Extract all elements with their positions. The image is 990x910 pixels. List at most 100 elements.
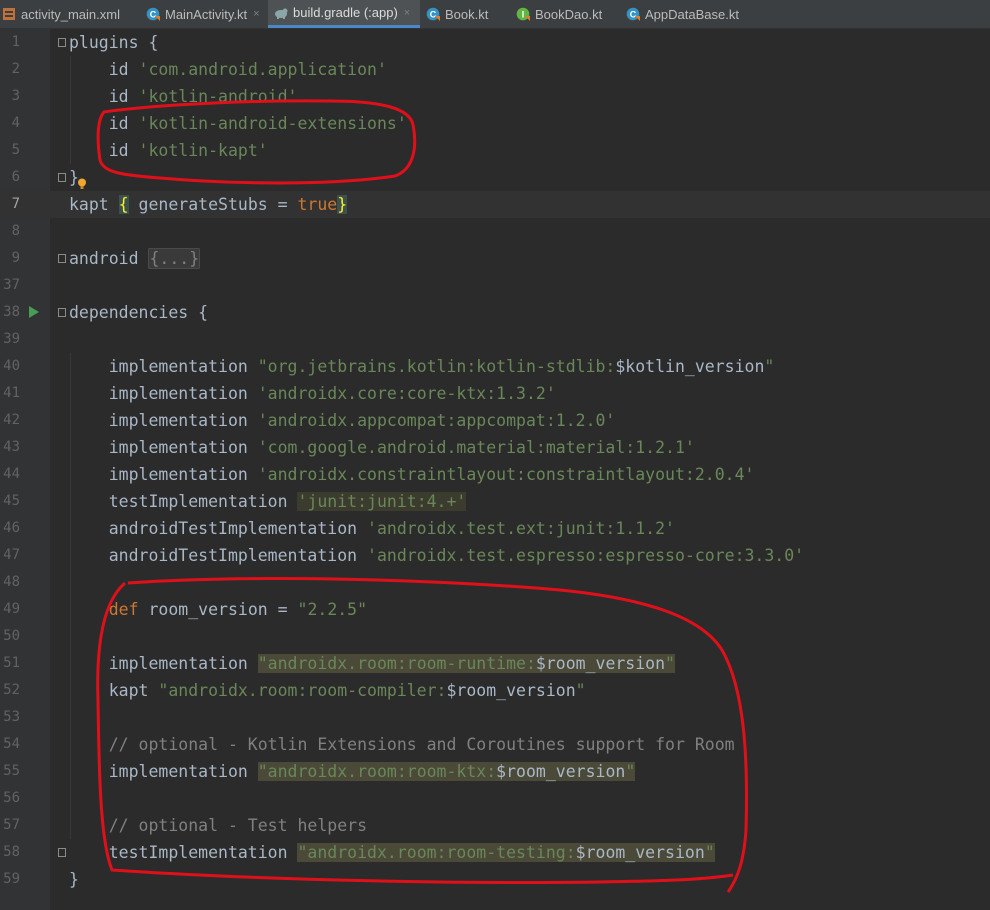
code-line[interactable]: 51 implementation "androidx.room:room-ru… — [0, 650, 990, 677]
tab-1[interactable]: activity_main.xml — [0, 0, 140, 28]
code-line[interactable]: 39 — [0, 326, 990, 353]
code-token: room_version = — [138, 600, 298, 619]
code-line[interactable]: 59} — [0, 866, 990, 893]
editor-tab-bar: activity_main.xml C MainActivity.kt × build.… — [0, 0, 990, 29]
code-line[interactable]: 53 — [0, 704, 990, 731]
code-token: testImplementation — [69, 843, 298, 862]
fold-toggle-icon[interactable] — [58, 38, 66, 47]
line-number: 4 — [11, 115, 20, 131]
code-token: implementation — [69, 654, 258, 673]
code-text: implementation 'androidx.core:core-ktx:1… — [69, 380, 556, 407]
indent-guide — [70, 353, 71, 839]
code-token: "androidx.room:room-ktx: — [257, 762, 497, 781]
code-line[interactable]: 40 implementation "org.jetbrains.kotlin:… — [0, 353, 990, 380]
code-line[interactable]: 38 dependencies { — [0, 299, 990, 326]
tab-3[interactable]: build.gradle (:app) × — [268, 0, 420, 28]
code-token: $room_version — [575, 843, 705, 862]
code-line[interactable]: 54 // optional - Kotlin Extensions and C… — [0, 731, 990, 758]
code-text: def room_version = "2.2.5" — [69, 596, 367, 623]
code-line[interactable]: 37 — [0, 272, 990, 299]
code-line[interactable]: 44 implementation 'androidx.constraintla… — [0, 461, 990, 488]
code-line[interactable]: 8 — [0, 218, 990, 245]
code-text: id 'kotlin-kapt' — [69, 137, 268, 164]
code-token: "org.jetbrains.kotlin:kotlin-stdlib: — [257, 357, 616, 376]
line-number: 8 — [11, 223, 20, 239]
code-token: id — [69, 87, 139, 106]
fold-toggle-icon[interactable] — [58, 173, 66, 182]
code-line[interactable]: 50 — [0, 623, 990, 650]
run-gutter-icon[interactable] — [28, 305, 40, 319]
code-line[interactable]: 41 implementation 'androidx.core:core-kt… — [0, 380, 990, 407]
code-line[interactable]: 2 id 'com.android.application' — [0, 56, 990, 83]
line-number: 45 — [3, 493, 20, 509]
code-line[interactable]: 58 testImplementation "androidx.room:roo… — [0, 839, 990, 866]
code-text: plugins { — [69, 29, 158, 56]
close-tab-icon[interactable]: × — [404, 7, 410, 19]
tab-label: activity_main.xml — [21, 6, 120, 22]
svg-text:C: C — [150, 10, 157, 20]
code-line[interactable]: 46 androidTestImplementation 'androidx.t… — [0, 515, 990, 542]
line-number: 53 — [3, 709, 20, 725]
code-line[interactable]: 9 android {...} — [0, 245, 990, 272]
code-token: id — [69, 141, 139, 160]
code-line[interactable]: 42 implementation 'androidx.appcompat:ap… — [0, 407, 990, 434]
code-line[interactable]: 4 id 'kotlin-android-extensions' — [0, 110, 990, 137]
line-number: 54 — [3, 736, 20, 752]
code-token: $room_version — [446, 681, 576, 700]
line-number: 48 — [3, 574, 20, 590]
code-token: 'com.google.android.material:material:1.… — [257, 438, 695, 457]
code-text: id 'kotlin-android' — [69, 83, 298, 110]
code-line[interactable]: 45 testImplementation 'junit:junit:4.+' — [0, 488, 990, 515]
code-line[interactable]: 48 — [0, 569, 990, 596]
line-number: 2 — [11, 61, 20, 77]
line-number: 6 — [11, 169, 20, 185]
line-number: 5 — [11, 142, 20, 158]
code-line[interactable]: 6} — [0, 164, 990, 191]
code-line[interactable]: 47 androidTestImplementation 'androidx.t… — [0, 542, 990, 569]
code-text: dependencies { — [69, 299, 208, 326]
kotlin-class-icon: C — [626, 7, 645, 21]
code-line[interactable]: 43 implementation 'com.google.android.ma… — [0, 434, 990, 461]
code-text: androidTestImplementation 'androidx.test… — [69, 542, 804, 569]
code-editor[interactable]: 1 plugins {2 id 'com.android.application'… — [0, 28, 990, 910]
code-text: id 'com.android.application' — [69, 56, 387, 83]
tab-4[interactable]: C Book.kt — [420, 0, 510, 28]
code-line[interactable]: 52 kapt "androidx.room:room-compiler:$ro… — [0, 677, 990, 704]
tab-2[interactable]: C MainActivity.kt × — [140, 0, 268, 28]
line-number: 39 — [3, 331, 20, 347]
fold-toggle-icon[interactable] — [58, 308, 66, 317]
code-token: " — [704, 843, 715, 862]
code-line[interactable]: 1 plugins { — [0, 29, 990, 56]
fold-toggle-icon[interactable] — [58, 254, 66, 263]
code-token: "androidx.room:room-runtime: — [257, 654, 536, 673]
code-text: implementation "org.jetbrains.kotlin:kot… — [69, 353, 775, 380]
tab-5[interactable]: I BookDao.kt — [510, 0, 620, 28]
close-tab-icon[interactable]: × — [253, 8, 259, 20]
code-line[interactable]: 56 — [0, 785, 990, 812]
line-number: 55 — [3, 763, 20, 779]
code-token: kapt — [69, 681, 159, 700]
line-number: 44 — [3, 466, 20, 482]
code-line[interactable]: 55 implementation "androidx.room:room-kt… — [0, 758, 990, 785]
kotlin-class-icon: C — [146, 7, 165, 21]
code-line[interactable]: 3 id 'kotlin-android' — [0, 83, 990, 110]
code-token: "2.2.5" — [297, 600, 368, 619]
line-number: 49 — [3, 601, 20, 617]
lightbulb-intention-icon[interactable] — [77, 178, 87, 190]
code-text: } — [69, 866, 79, 893]
code-token: " — [625, 762, 636, 781]
line-number: 51 — [3, 655, 20, 671]
line-number: 38 — [3, 304, 20, 320]
code-token: android — [69, 249, 149, 268]
code-token: androidTestImplementation — [69, 546, 368, 565]
code-line[interactable]: 57 // optional - Test helpers — [0, 812, 990, 839]
code-line[interactable]: 49 def room_version = "2.2.5" — [0, 596, 990, 623]
code-token: " — [764, 357, 775, 376]
svg-text:C: C — [630, 10, 637, 20]
code-text: // optional - Test helpers — [69, 812, 367, 839]
code-line[interactable]: 7 kapt { generateStubs = true} — [0, 191, 990, 218]
line-number: 37 — [3, 277, 20, 293]
fold-toggle-icon[interactable] — [58, 848, 66, 857]
tab-6[interactable]: C AppDataBase.kt — [620, 0, 755, 28]
code-line[interactable]: 5 id 'kotlin-kapt' — [0, 137, 990, 164]
